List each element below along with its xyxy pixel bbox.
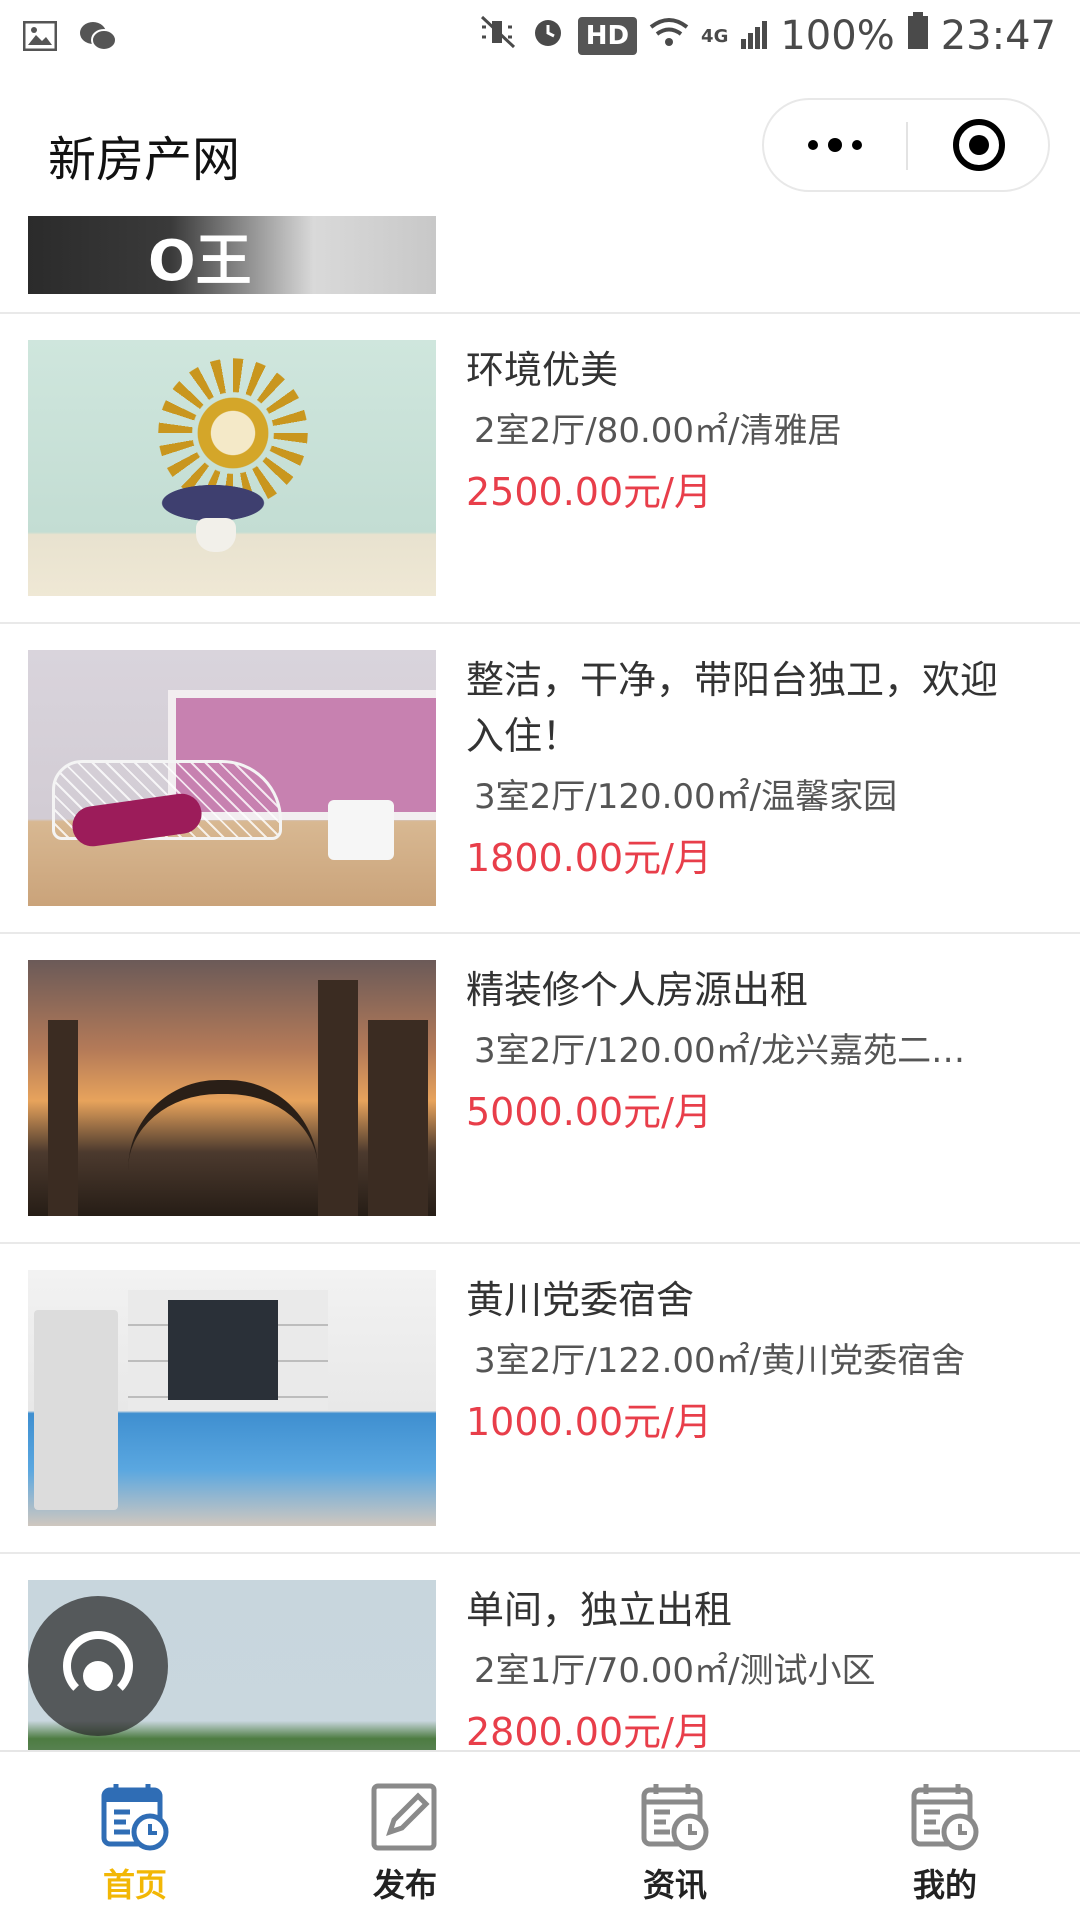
listing-item[interactable]: 黄川党委宿舍 3室2厅/122.00㎡/黄川党委宿舍 1000.00元/月 <box>0 1244 1080 1554</box>
listing-price: 1000.00元/月 <box>466 1400 712 1444</box>
tab-label: 我的 <box>912 1866 977 1904</box>
listing-price: 2500.00元/月 <box>466 470 712 514</box>
page-title: 新房产网 <box>48 132 241 188</box>
tab-bar: 首页 发布 资讯 我的 <box>0 1750 1080 1920</box>
listing-meta: 3室2厅/120.00㎡/龙兴嘉苑二… <box>474 1031 966 1071</box>
hd-badge: HD <box>577 17 638 55</box>
listing-item[interactable]: 整洁，干净，带阳台独卫，欢迎入住！ 3室2厅/120.00㎡/温馨家园 1800… <box>0 624 1080 934</box>
listing-price: 1800.00元/月 <box>466 836 712 880</box>
edit-icon <box>371 1783 437 1851</box>
calendar-clock-icon <box>641 1784 709 1851</box>
customer-service-button[interactable] <box>28 1596 168 1736</box>
listing-thumbnail[interactable] <box>28 1270 436 1526</box>
listing-thumbnail[interactable] <box>28 340 436 596</box>
status-bar: HD 4G 100% 23:47 <box>0 0 1080 80</box>
listing-thumbnail[interactable] <box>28 960 436 1216</box>
image-icon <box>20 16 60 56</box>
listing-list[interactable]: O王 环境优美 2室2厅/80.00㎡/清雅居 2500.00元/月 整洁，干净… <box>0 210 1080 1750</box>
listing-title: 整洁，干净，带阳台独卫，欢迎入住！ <box>466 658 999 758</box>
listing-price: 5000.00元/月 <box>466 1090 712 1134</box>
listing-thumbnail[interactable] <box>28 650 436 906</box>
tab-news[interactable]: 资讯 <box>540 1752 810 1920</box>
listing-item[interactable]: 精装修个人房源出租 3室2厅/120.00㎡/龙兴嘉苑二… 5000.00元/月 <box>0 934 1080 1244</box>
battery-icon <box>907 12 929 60</box>
calendar-clock-icon <box>911 1784 979 1851</box>
tab-home[interactable]: 首页 <box>0 1752 270 1920</box>
signal-icon <box>740 13 768 59</box>
listing-meta: 3室2厅/122.00㎡/黄川党委宿舍 <box>474 1341 966 1381</box>
more-button[interactable] <box>764 100 906 190</box>
listing-price: 2800.00元/月 <box>466 1710 712 1750</box>
listing-meta: 2室1厅/70.00㎡/测试小区 <box>474 1651 876 1691</box>
listing-title: 单间，独立出租 <box>466 1588 733 1632</box>
more-dots-icon <box>808 140 818 150</box>
wechat-icon <box>78 16 118 56</box>
listing-thumbnail-partial[interactable]: O王 <box>28 216 436 294</box>
network-type: 4G <box>701 25 729 47</box>
tab-mine[interactable]: 我的 <box>810 1752 1080 1920</box>
listing-title: 黄川党委宿舍 <box>466 1278 695 1322</box>
calendar-clock-icon <box>101 1784 169 1851</box>
listing-title: 精装修个人房源出租 <box>466 968 809 1012</box>
tab-label: 发布 <box>372 1866 437 1904</box>
clock-time: 23:47 <box>940 13 1056 59</box>
alarm-icon <box>530 13 566 59</box>
tab-publish[interactable]: 发布 <box>270 1752 540 1920</box>
close-miniprogram-button[interactable] <box>908 100 1050 190</box>
tab-label: 资讯 <box>642 1866 707 1904</box>
listing-meta: 3室2厅/120.00㎡/温馨家园 <box>474 777 898 817</box>
headset-icon <box>63 1631 133 1701</box>
target-close-icon <box>953 119 1005 171</box>
app-header: 新房产网 <box>0 80 1080 210</box>
listing-title: 环境优美 <box>466 348 619 392</box>
listing-meta: 2室2厅/80.00㎡/清雅居 <box>474 411 842 451</box>
miniprogram-capsule <box>762 98 1050 192</box>
mute-vibrate-icon <box>478 13 518 59</box>
wifi-icon <box>649 13 689 59</box>
listing-item[interactable]: 环境优美 2室2厅/80.00㎡/清雅居 2500.00元/月 <box>0 314 1080 624</box>
tab-label: 首页 <box>102 1866 167 1904</box>
battery-percent: 100% <box>780 13 895 59</box>
